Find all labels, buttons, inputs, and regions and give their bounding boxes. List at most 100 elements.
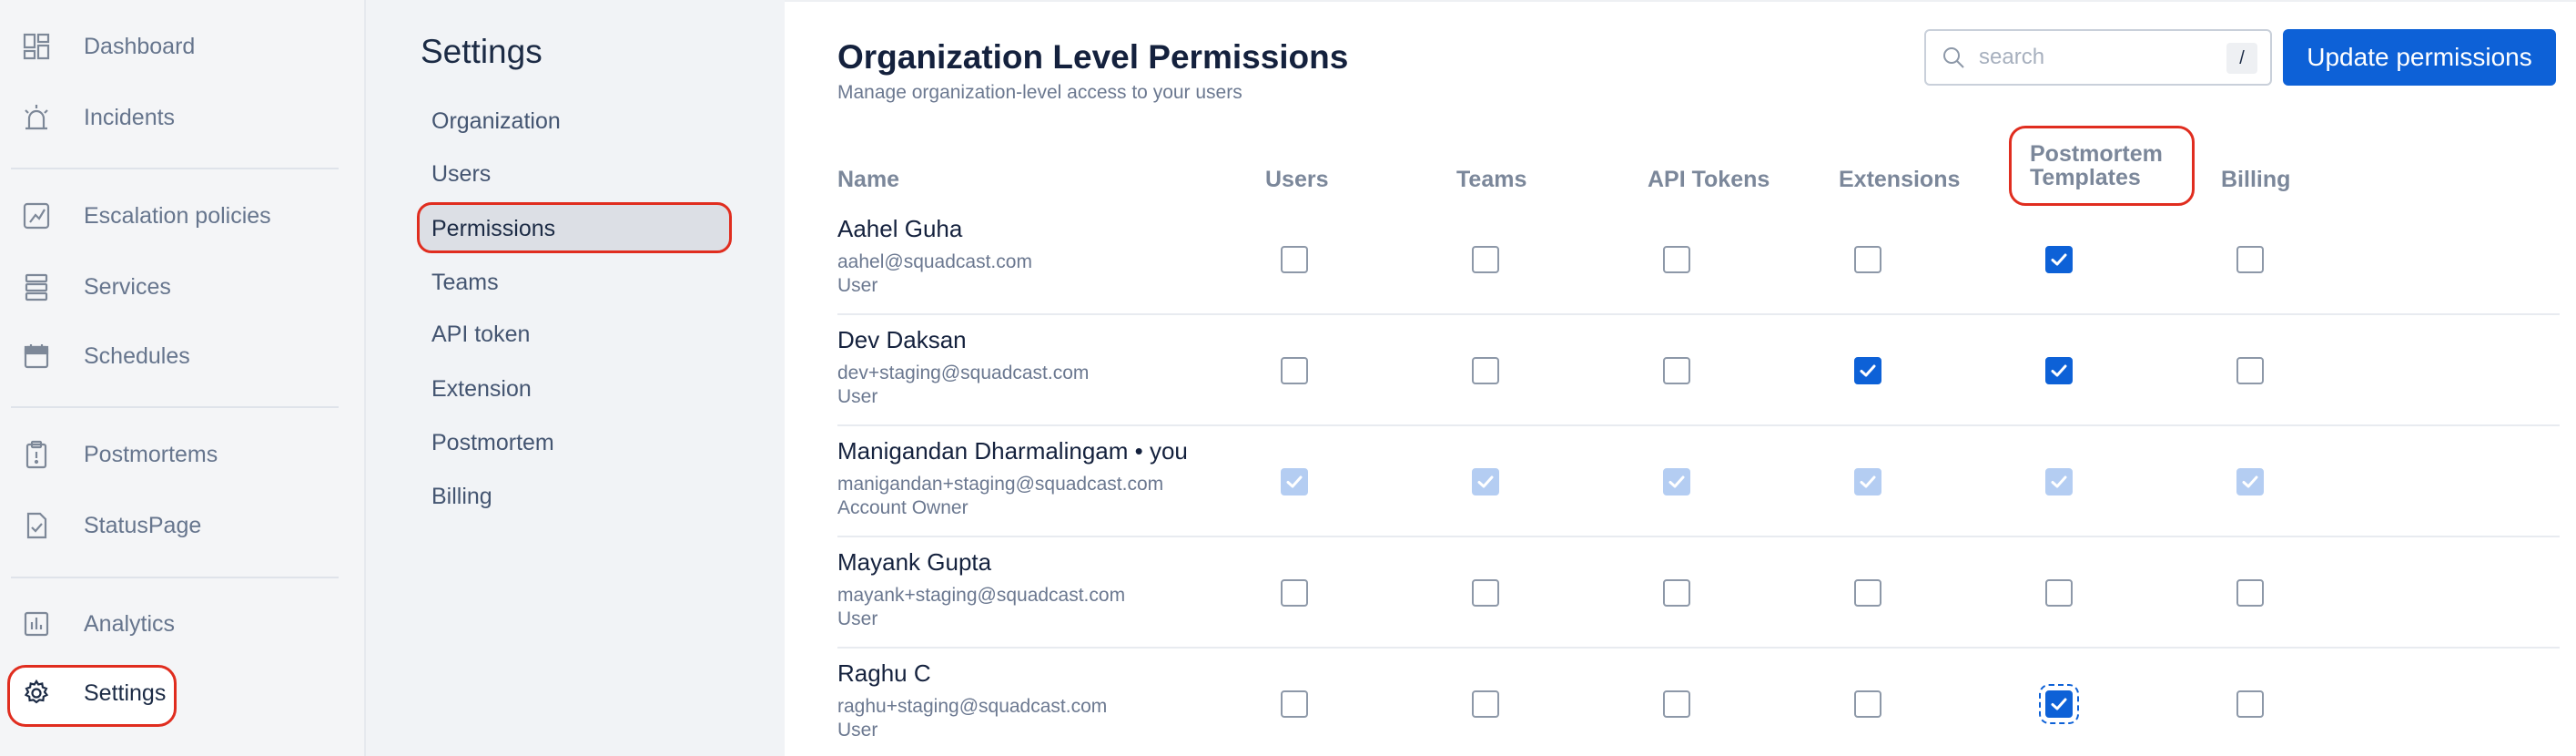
checkbox-extensions[interactable]	[1854, 357, 1881, 384]
checkbox-extensions	[1854, 468, 1881, 495]
column-header-billing: Billing	[2221, 167, 2291, 192]
nav-label: Settings	[84, 679, 167, 706]
nav-label: Postmortems	[84, 441, 218, 467]
checkbox-postmortem-templates[interactable]	[2045, 357, 2073, 384]
checkbox-billing[interactable]	[2236, 579, 2264, 607]
settings-subnav: Settings Organization Users Permissions …	[364, 0, 785, 756]
checkbox-teams[interactable]	[1472, 357, 1499, 384]
user-email: dev+staging@squadcast.com	[837, 363, 1090, 383]
checkbox-billing[interactable]	[2236, 357, 2264, 384]
update-permissions-button[interactable]: Update permissions	[2283, 29, 2556, 86]
user-role: Account Owner	[837, 497, 969, 518]
user-email: raghu+staging@squadcast.com	[837, 696, 1108, 717]
user-email: aahel@squadcast.com	[837, 251, 1032, 272]
checkbox-postmortem-templates[interactable]	[2039, 684, 2079, 724]
checkbox-billing[interactable]	[2236, 690, 2264, 718]
checkbox-extensions[interactable]	[1854, 246, 1881, 273]
nav-item-analytics[interactable]: Analytics	[18, 597, 175, 651]
siren-icon	[18, 99, 55, 136]
column-header-extensions: Extensions	[1839, 167, 1961, 192]
checkbox-billing	[2236, 468, 2264, 495]
checkbox-teams[interactable]	[1472, 246, 1499, 273]
subnav-item-organization[interactable]: Organization	[431, 108, 561, 135]
checkbox-users	[1281, 468, 1308, 495]
user-role: User	[837, 608, 878, 629]
nav-label: Services	[84, 273, 171, 300]
column-header-line: Templates	[2030, 165, 2141, 190]
user-name: Raghu C	[837, 659, 931, 687]
calendar-icon	[18, 338, 55, 374]
keyboard-shortcut-hint: /	[2226, 43, 2257, 74]
checkbox-postmortem-templates[interactable]	[2045, 246, 2073, 273]
table-row: Dev Daksan dev+staging@squadcast.com Use…	[837, 315, 2560, 426]
checkbox-api-tokens[interactable]	[1663, 357, 1690, 384]
subnav-item-billing[interactable]: Billing	[431, 484, 492, 510]
nav-label: Analytics	[84, 610, 176, 637]
nav-label: Dashboard	[84, 33, 196, 59]
page-subtitle: Manage organization-level access to your…	[837, 82, 1242, 103]
checkbox-extensions[interactable]	[1854, 579, 1881, 607]
user-role: User	[837, 275, 878, 296]
checkbox-billing[interactable]	[2236, 246, 2264, 273]
user-name: Aahel Guha	[837, 215, 963, 242]
nav-divider	[11, 406, 339, 408]
subnav-item-extension[interactable]: Extension	[431, 376, 532, 403]
nav-item-services[interactable]: Services	[18, 260, 171, 314]
user-email: mayank+staging@squadcast.com	[837, 585, 1126, 606]
nav-divider	[11, 168, 339, 169]
nav-label: Incidents	[84, 104, 176, 130]
checkbox-postmortem-templates[interactable]	[2045, 579, 2073, 607]
app-root: Dashboard Incidents Escalation policies …	[0, 0, 2576, 756]
nav-item-incidents[interactable]: Incidents	[18, 90, 175, 145]
checkbox-api-tokens[interactable]	[1663, 246, 1690, 273]
nav-item-statuspage[interactable]: StatusPage	[18, 498, 201, 553]
subnav-item-api-token[interactable]: API token	[431, 322, 530, 348]
user-name: Manigandan Dharmalingam • you	[837, 437, 1188, 465]
user-role: User	[837, 720, 878, 741]
checkbox-teams[interactable]	[1472, 690, 1499, 718]
checkbox-api-tokens[interactable]	[1663, 579, 1690, 607]
user-email: manigandan+staging@squadcast.com	[837, 474, 1164, 495]
checkbox-teams[interactable]	[1472, 579, 1499, 607]
subnav-item-users[interactable]: Users	[431, 161, 491, 188]
escalation-icon	[18, 198, 55, 234]
checkbox-users[interactable]	[1281, 690, 1308, 718]
nav-item-escalation-policies[interactable]: Escalation policies	[18, 189, 271, 243]
checkbox-extensions[interactable]	[1854, 690, 1881, 718]
nav-label: StatusPage	[84, 512, 202, 538]
column-header-name: Name	[837, 167, 900, 192]
search-icon	[1943, 47, 1964, 68]
table-row: Manigandan Dharmalingam • you manigandan…	[837, 426, 2560, 537]
search-box: /	[1924, 29, 2272, 86]
checkbox-api-tokens[interactable]	[1663, 690, 1690, 718]
nav-item-postmortems[interactable]: Postmortems	[18, 427, 218, 482]
column-header-postmortem-templates: Postmortem Templates	[2030, 142, 2163, 189]
subnav-title: Settings	[421, 33, 543, 70]
column-header-users: Users	[1265, 167, 1329, 192]
user-name: Dev Daksan	[837, 326, 967, 353]
checkbox-users[interactable]	[1281, 357, 1308, 384]
bar-chart-icon	[18, 606, 55, 642]
user-role: User	[837, 386, 878, 407]
subnav-item-teams[interactable]: Teams	[431, 270, 499, 296]
services-icon	[18, 269, 55, 305]
subnav-item-postmortem[interactable]: Postmortem	[431, 430, 554, 456]
nav-item-settings[interactable]: Settings	[18, 666, 166, 720]
gear-icon	[18, 675, 55, 711]
table-row: Raghu C raghu+staging@squadcast.com User	[837, 649, 2560, 756]
page-title: Organization Level Permissions	[837, 38, 1349, 76]
nav-item-dashboard[interactable]: Dashboard	[18, 19, 195, 74]
nav-label: Schedules	[84, 342, 190, 369]
column-header-line: Postmortem	[2030, 141, 2163, 167]
table-row: Mayank Gupta mayank+staging@squadcast.co…	[837, 537, 2560, 649]
search-input[interactable]	[1979, 45, 2216, 70]
checkbox-postmortem-templates	[2045, 468, 2073, 495]
nav-item-schedules[interactable]: Schedules	[18, 329, 190, 383]
subnav-item-permissions[interactable]: Permissions	[431, 216, 555, 242]
status-check-icon	[18, 507, 55, 544]
table-row: Aahel Guha aahel@squadcast.com User	[837, 204, 2560, 315]
checkbox-users[interactable]	[1281, 246, 1308, 273]
column-header-teams: Teams	[1456, 167, 1527, 192]
checkbox-users[interactable]	[1281, 579, 1308, 607]
checkbox-teams	[1472, 468, 1499, 495]
